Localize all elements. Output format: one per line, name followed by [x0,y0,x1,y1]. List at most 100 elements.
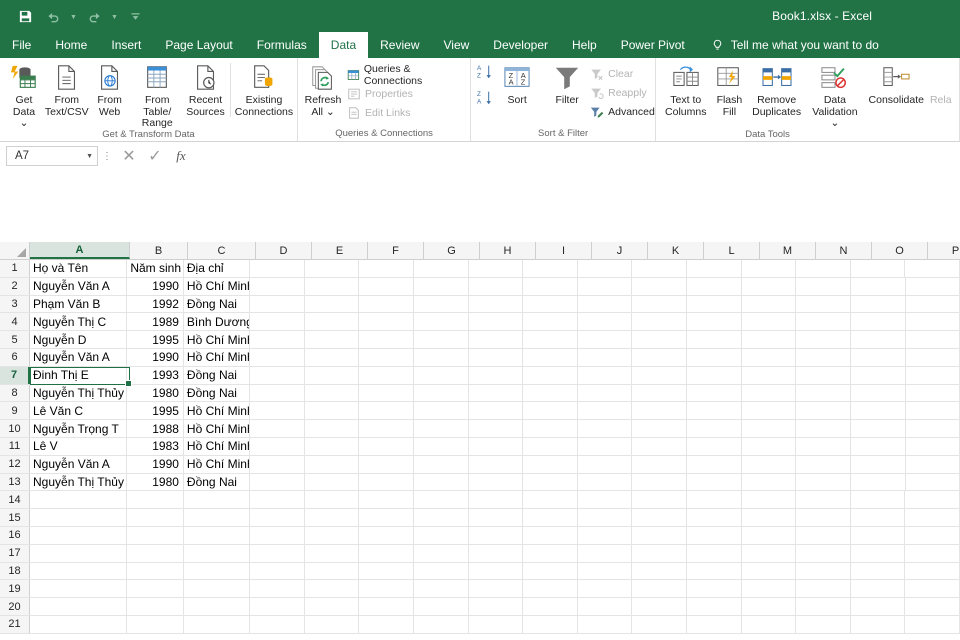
cell-B18[interactable] [127,562,184,580]
cell-P16[interactable] [905,526,960,544]
cell-C2[interactable]: Hồ Chí Minh [184,277,251,295]
tab-developer[interactable]: Developer [481,32,560,58]
cell-N5[interactable] [796,331,851,348]
cell-J2[interactable] [578,277,633,295]
cell-I5[interactable] [523,331,578,348]
cell-C19[interactable] [184,580,251,598]
cell-N8[interactable] [796,384,851,402]
cell-A6[interactable]: Nguyễn Văn A [30,348,128,366]
cell-P15[interactable] [905,509,960,526]
cell-B13[interactable]: 1980 [127,473,184,491]
insert-function-button[interactable]: fx [168,145,194,167]
cell-F5[interactable] [359,331,415,348]
cell-H6[interactable] [469,348,524,366]
cell-N7[interactable] [796,366,851,384]
cell-N6[interactable] [796,348,851,366]
existing-connections-button[interactable]: Existing Connections [235,61,293,118]
cell-B11[interactable]: 1983 [127,437,184,455]
cell-N17[interactable] [796,544,851,562]
cell-F7[interactable] [359,366,415,384]
cell-K7[interactable] [632,366,688,384]
cell-M16[interactable] [742,526,797,544]
cell-I8[interactable] [523,384,578,402]
cell-E2[interactable] [305,277,360,295]
cell-M11[interactable] [742,437,797,455]
cell-B8[interactable]: 1980 [127,384,184,402]
cell-L14[interactable] [687,491,742,509]
cell-A4[interactable]: Nguyễn Thị C [30,313,128,331]
cell-P11[interactable] [906,437,960,455]
cell-E5[interactable] [305,331,360,348]
name-box[interactable]: A7 ▼ [6,146,98,166]
sort-descending-button[interactable]: Z A [477,89,495,112]
cell-K19[interactable] [632,580,688,598]
cell-M2[interactable] [742,277,797,295]
cell-P14[interactable] [905,491,960,509]
cell-J19[interactable] [578,580,633,598]
cell-P4[interactable] [906,313,960,331]
cell-B3[interactable]: 1992 [127,295,184,313]
cell-P20[interactable] [905,598,960,615]
cell-O18[interactable] [851,562,906,580]
cell-M4[interactable] [742,313,797,331]
cell-I9[interactable] [523,402,578,420]
cell-A13[interactable]: Nguyễn Thị Thủy T [30,473,128,491]
tab-power-pivot[interactable]: Power Pivot [609,32,697,58]
cell-P10[interactable] [906,420,960,437]
cell-O4[interactable] [851,313,906,331]
cell-B4[interactable]: 1989 [127,313,184,331]
cell-G19[interactable] [414,580,469,598]
cell-F17[interactable] [359,544,414,562]
cell-J10[interactable] [578,420,633,437]
cell-N11[interactable] [796,437,851,455]
text-to-columns-button[interactable]: Text to Columns [662,61,709,118]
cell-M7[interactable] [742,366,797,384]
redo-icon[interactable] [81,4,107,28]
tab-data[interactable]: Data [318,32,369,58]
cell-L17[interactable] [687,544,742,562]
column-header-f[interactable]: F [368,242,424,259]
cell-A1[interactable]: Họ và Tên [30,260,128,277]
row-header-6[interactable]: 6 [0,348,30,366]
cell-A11[interactable]: Lê V [30,437,128,455]
cell-I2[interactable] [523,277,578,295]
flash-fill-button[interactable]: Flash Fill [709,61,749,118]
cell-K1[interactable] [632,260,688,277]
cell-D21[interactable] [250,615,305,633]
cell-E9[interactable] [305,402,360,420]
cell-H20[interactable] [469,598,524,615]
cell-E7[interactable] [305,366,360,384]
cell-L20[interactable] [687,598,742,615]
cell-F4[interactable] [359,313,415,331]
cell-L19[interactable] [687,580,742,598]
cell-E10[interactable] [305,420,360,437]
cell-B9[interactable]: 1995 [127,402,184,420]
queries-and-connections-button[interactable]: Queries & Connections [344,63,466,87]
sort-ascending-button[interactable]: A Z [477,63,495,86]
row-header-9[interactable]: 9 [0,402,30,420]
cell-J6[interactable] [578,348,633,366]
cell-F3[interactable] [359,295,415,313]
cell-C15[interactable] [184,509,251,526]
cell-F19[interactable] [359,580,414,598]
cell-O2[interactable] [851,277,906,295]
name-box-dropdown-icon[interactable]: ▼ [86,153,93,160]
cell-C6[interactable]: Hồ Chí Minh [184,348,251,366]
cell-L15[interactable] [687,509,742,526]
cell-G9[interactable] [414,402,469,420]
column-header-e[interactable]: E [312,242,368,259]
cell-G20[interactable] [414,598,469,615]
from-text-csv-button[interactable]: From Text/CSV [44,61,90,118]
cell-D10[interactable] [250,420,305,437]
cell-D8[interactable] [250,384,305,402]
cancel-entry-button[interactable]: ✕ [116,145,142,167]
cell-M5[interactable] [742,331,797,348]
cell-M3[interactable] [742,295,797,313]
cell-I6[interactable] [523,348,578,366]
cell-P12[interactable] [906,455,960,473]
cell-C11[interactable]: Hồ Chí Minh [184,437,251,455]
column-header-k[interactable]: K [648,242,704,259]
cell-B7[interactable]: 1993 [127,366,184,384]
cell-L1[interactable] [687,260,742,277]
cell-E19[interactable] [305,580,360,598]
